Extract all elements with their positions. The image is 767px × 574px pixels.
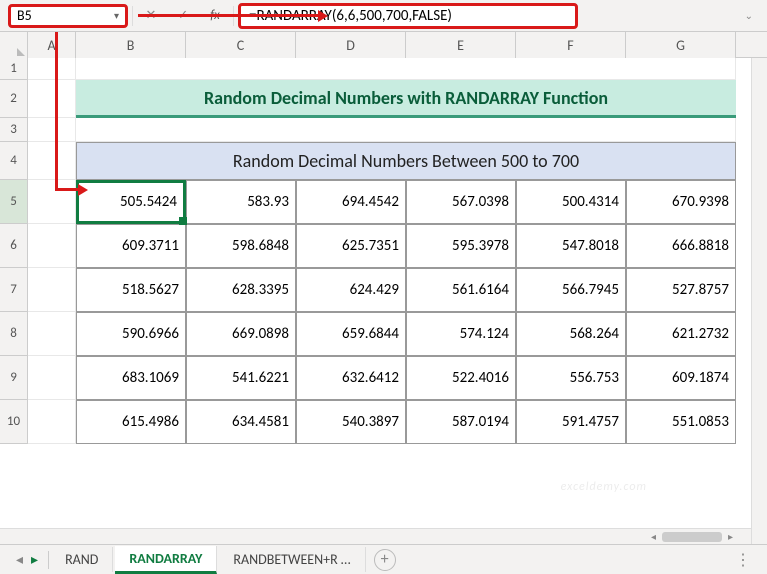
cell[interactable]: 670.9398 [626,180,736,224]
cell[interactable]: 518.5627 [76,268,186,312]
row-header-10[interactable]: 10 [0,400,28,444]
col-header-G[interactable]: G [626,32,736,58]
annotation-line [138,14,318,17]
cell[interactable] [28,224,76,268]
tab-next-icon[interactable]: ▸ [31,551,38,568]
cell[interactable]: 609.1874 [626,356,736,400]
cell[interactable]: 621.2732 [626,312,736,356]
row-header-9[interactable]: 9 [0,356,28,400]
row-header-3[interactable]: 3 [0,118,28,142]
cell[interactable]: 574.124 [406,312,516,356]
cell[interactable] [28,58,76,80]
tab-prev-icon[interactable]: ◂ [16,551,23,568]
annotation-line [55,188,79,191]
separator [132,6,133,26]
page-title[interactable]: Random Decimal Numbers with RANDARRAY Fu… [76,80,736,118]
cell[interactable]: 683.1069 [76,356,186,400]
arrow-right-icon [78,184,88,196]
cell[interactable] [76,118,736,142]
row-header-6[interactable]: 6 [0,224,28,268]
cell[interactable]: 591.4757 [516,400,626,444]
horizontal-scrollbar[interactable]: ◂ ▸ [0,528,751,544]
cell[interactable]: 598.6848 [186,224,296,268]
cell[interactable]: 566.7945 [516,268,626,312]
scroll-right-icon[interactable]: ▸ [728,530,733,543]
cell[interactable]: 500.4314 [516,180,626,224]
cell[interactable]: 568.264 [516,312,626,356]
cell[interactable] [28,312,76,356]
tab-nav: ◂ ▸ [8,551,46,568]
cell[interactable] [28,118,76,142]
row-header-1[interactable]: 1 [0,58,28,80]
cell[interactable]: 624.429 [296,268,406,312]
tab-rand[interactable]: RAND [51,547,113,572]
cell[interactable]: 522.4016 [406,356,516,400]
cell[interactable]: 632.6412 [296,356,406,400]
cell-B5[interactable]: 505.5424 [76,180,186,224]
cell[interactable]: 666.8818 [626,224,736,268]
name-box-value: B5 [17,7,32,24]
row-header-4[interactable]: 4 [0,142,28,180]
col-header-B[interactable]: B [76,32,186,58]
formula-bar: B5 ▾ ✕ ✓ fx =RANDARRAY(6,6,500,700,FALSE… [0,0,767,32]
cell[interactable]: 659.6844 [296,312,406,356]
table-title[interactable]: Random Decimal Numbers Between 500 to 70… [76,142,736,180]
row-header-7[interactable]: 7 [0,268,28,312]
cell[interactable]: 567.0398 [406,180,516,224]
cell[interactable] [28,142,76,180]
cell[interactable] [28,180,76,224]
name-box[interactable]: B5 ▾ [8,4,128,28]
col-header-F[interactable]: F [516,32,626,58]
cell[interactable]: 561.6164 [406,268,516,312]
cell[interactable]: 595.3978 [406,224,516,268]
formula-expand-icon[interactable]: ⌄ [739,9,759,22]
col-header-E[interactable]: E [406,32,516,58]
cell[interactable]: 583.93 [186,180,296,224]
cell[interactable]: 669.0898 [186,312,296,356]
cell[interactable]: 634.4581 [186,400,296,444]
cell[interactable]: 587.0194 [406,400,516,444]
cell[interactable] [28,268,76,312]
spreadsheet-grid: 1 2 Random Decimal Numbers with RANDARRA… [0,58,767,444]
row-header-8[interactable]: 8 [0,312,28,356]
row-header-2[interactable]: 2 [0,80,28,118]
cell[interactable]: 551.0853 [626,400,736,444]
scroll-thumb[interactable] [662,532,722,542]
row-header-5[interactable]: 5 [0,180,28,224]
annotation-line [55,32,58,190]
chevron-down-icon[interactable]: ▾ [114,9,119,22]
arrow-right-icon [318,10,328,22]
col-header-C[interactable]: C [186,32,296,58]
cell[interactable] [28,80,76,118]
watermark: exceldemy.com [561,480,647,494]
cell[interactable] [28,400,76,444]
cell[interactable]: 547.8018 [516,224,626,268]
cell[interactable]: 625.7351 [296,224,406,268]
cell[interactable] [76,58,736,80]
tab-menu-icon[interactable]: ⋮ [729,550,759,570]
cell[interactable] [28,356,76,400]
select-all-triangle[interactable] [0,32,28,58]
add-sheet-button[interactable]: + [374,549,396,571]
column-headers: A B C D E F G [0,32,767,58]
sheet-tab-bar: ◂ ▸ RAND RANDARRAY RANDBETWEEN+R … + ⋮ [0,544,767,574]
tab-randarray[interactable]: RANDARRAY [115,546,217,574]
cell[interactable]: 540.3897 [296,400,406,444]
col-header-D[interactable]: D [296,32,406,58]
cell[interactable]: 615.4986 [76,400,186,444]
col-header-A[interactable]: A [28,32,76,58]
cell[interactable]: 628.3395 [186,268,296,312]
cell[interactable]: 590.6966 [76,312,186,356]
cell[interactable]: 527.8757 [626,268,736,312]
separator [48,551,49,569]
cell[interactable]: 556.753 [516,356,626,400]
cell[interactable]: 541.6221 [186,356,296,400]
cell[interactable]: 609.3711 [76,224,186,268]
cell[interactable]: 694.4542 [296,180,406,224]
tab-randbetween[interactable]: RANDBETWEEN+R … [219,547,365,572]
scroll-left-icon[interactable]: ◂ [651,530,656,543]
vertical-scrollbar[interactable] [751,58,767,544]
